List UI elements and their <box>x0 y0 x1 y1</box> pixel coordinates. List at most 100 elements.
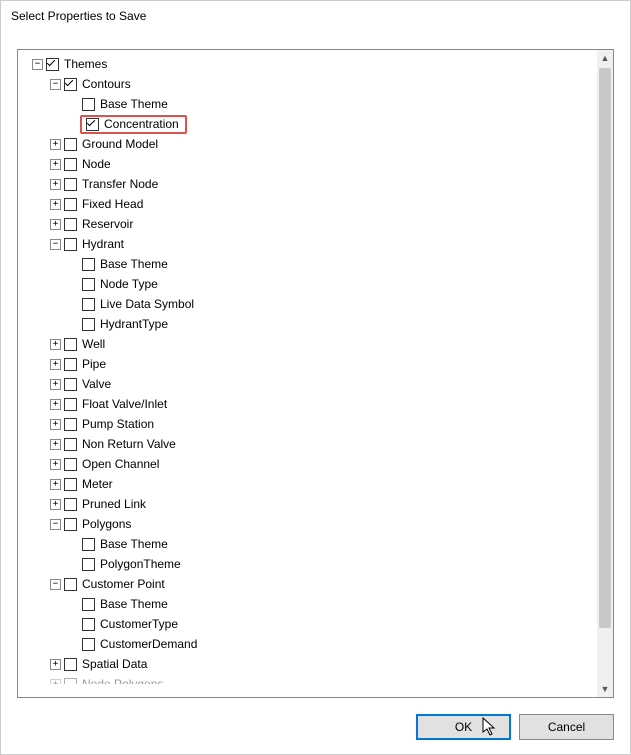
checkbox-well[interactable] <box>64 338 77 351</box>
expander-polygons[interactable]: − <box>50 519 61 530</box>
label-float-valve[interactable]: Float Valve/Inlet <box>80 397 169 411</box>
label-customer-demand[interactable]: CustomerDemand <box>98 637 199 651</box>
checkbox-contours-base-theme[interactable] <box>82 98 95 111</box>
label-non-return-valve[interactable]: Non Return Valve <box>80 437 178 451</box>
label-polygons[interactable]: Polygons <box>80 517 133 531</box>
expander-spacer <box>68 259 79 270</box>
label-contours[interactable]: Contours <box>80 77 133 91</box>
expander-ground-model[interactable]: + <box>50 139 61 150</box>
label-node-type[interactable]: Node Type <box>98 277 160 291</box>
label-pruned-link[interactable]: Pruned Link <box>80 497 148 511</box>
expander-pump-station[interactable]: + <box>50 419 61 430</box>
scroll-down-icon[interactable]: ▼ <box>597 681 613 697</box>
checkbox-node[interactable] <box>64 158 77 171</box>
checkbox-ground-model[interactable] <box>64 138 77 151</box>
expander-node-polygons[interactable]: + <box>50 679 61 685</box>
expander-spacer <box>68 539 79 550</box>
scroll-thumb[interactable] <box>599 68 611 628</box>
checkbox-pipe[interactable] <box>64 358 77 371</box>
label-fixed-head[interactable]: Fixed Head <box>80 197 145 211</box>
ok-button[interactable]: OK <box>416 714 511 740</box>
label-pump-station[interactable]: Pump Station <box>80 417 156 431</box>
expander-fixed-head[interactable]: + <box>50 199 61 210</box>
expander-pruned-link[interactable]: + <box>50 499 61 510</box>
checkbox-polygon-theme[interactable] <box>82 558 95 571</box>
checkbox-themes[interactable] <box>46 58 59 71</box>
label-reservoir[interactable]: Reservoir <box>80 217 135 231</box>
checkbox-contours[interactable] <box>64 78 77 91</box>
expander-non-return-valve[interactable]: + <box>50 439 61 450</box>
label-meter[interactable]: Meter <box>80 477 115 491</box>
label-live-data-symbol[interactable]: Live Data Symbol <box>98 297 196 311</box>
checkbox-concentration[interactable] <box>86 118 99 131</box>
checkbox-live-data-symbol[interactable] <box>82 298 95 311</box>
label-valve[interactable]: Valve <box>80 377 113 391</box>
expander-transfer-node[interactable]: + <box>50 179 61 190</box>
checkbox-valve[interactable] <box>64 378 77 391</box>
vertical-scrollbar[interactable]: ▲ ▼ <box>597 50 613 697</box>
label-polygon-theme[interactable]: PolygonTheme <box>98 557 183 571</box>
expander-open-channel[interactable]: + <box>50 459 61 470</box>
checkbox-non-return-valve[interactable] <box>64 438 77 451</box>
properties-tree: − Themes − Contours <box>20 54 595 684</box>
checkbox-pump-station[interactable] <box>64 418 77 431</box>
checkbox-fixed-head[interactable] <box>64 198 77 211</box>
checkbox-customer-type[interactable] <box>82 618 95 631</box>
expander-spacer <box>68 639 79 650</box>
checkbox-pruned-link[interactable] <box>64 498 77 511</box>
label-polygons-base-theme[interactable]: Base Theme <box>98 537 170 551</box>
checkbox-spatial-data[interactable] <box>64 658 77 671</box>
expander-themes[interactable]: − <box>32 59 43 70</box>
label-pipe[interactable]: Pipe <box>80 357 108 371</box>
label-ground-model[interactable]: Ground Model <box>80 137 160 151</box>
expander-float-valve[interactable]: + <box>50 399 61 410</box>
label-customer-base-theme[interactable]: Base Theme <box>98 597 170 611</box>
expander-spacer <box>68 619 79 630</box>
expander-pipe[interactable]: + <box>50 359 61 370</box>
expander-customer-point[interactable]: − <box>50 579 61 590</box>
checkbox-hydrant[interactable] <box>64 238 77 251</box>
label-contours-base-theme[interactable]: Base Theme <box>98 97 170 111</box>
label-customer-point[interactable]: Customer Point <box>80 577 167 591</box>
checkbox-reservoir[interactable] <box>64 218 77 231</box>
checkbox-node-polygons[interactable] <box>64 678 77 685</box>
label-well[interactable]: Well <box>80 337 107 351</box>
dialog-title-text: Select Properties to Save <box>11 9 146 23</box>
label-open-channel[interactable]: Open Channel <box>80 457 161 471</box>
checkbox-node-type[interactable] <box>82 278 95 291</box>
scroll-up-icon[interactable]: ▲ <box>597 50 613 66</box>
expander-node[interactable]: + <box>50 159 61 170</box>
label-node[interactable]: Node <box>80 157 113 171</box>
expander-meter[interactable]: + <box>50 479 61 490</box>
label-customer-type[interactable]: CustomerType <box>98 617 180 631</box>
checkbox-float-valve[interactable] <box>64 398 77 411</box>
expander-hydrant[interactable]: − <box>50 239 61 250</box>
dialog-button-bar: OK Cancel <box>416 714 614 740</box>
label-transfer-node[interactable]: Transfer Node <box>80 177 160 191</box>
label-hydrant-base-theme[interactable]: Base Theme <box>98 257 170 271</box>
label-themes[interactable]: Themes <box>62 57 109 71</box>
label-concentration[interactable]: Concentration <box>102 117 181 131</box>
checkbox-polygons-base-theme[interactable] <box>82 538 95 551</box>
checkbox-hydrant-type[interactable] <box>82 318 95 331</box>
checkbox-open-channel[interactable] <box>64 458 77 471</box>
expander-well[interactable]: + <box>50 339 61 350</box>
expander-reservoir[interactable]: + <box>50 219 61 230</box>
label-spatial-data[interactable]: Spatial Data <box>80 657 149 671</box>
cancel-button[interactable]: Cancel <box>519 714 614 740</box>
checkbox-meter[interactable] <box>64 478 77 491</box>
checkbox-customer-point[interactable] <box>64 578 77 591</box>
label-hydrant-type[interactable]: HydrantType <box>98 317 170 331</box>
expander-contours[interactable]: − <box>50 79 61 90</box>
label-hydrant[interactable]: Hydrant <box>80 237 126 251</box>
label-node-polygons-partial[interactable]: Node Polygons <box>80 677 165 684</box>
expander-spacer <box>68 319 79 330</box>
checkbox-transfer-node[interactable] <box>64 178 77 191</box>
expander-spatial-data[interactable]: + <box>50 659 61 670</box>
checkbox-customer-base-theme[interactable] <box>82 598 95 611</box>
checkbox-customer-demand[interactable] <box>82 638 95 651</box>
checkbox-polygons[interactable] <box>64 518 77 531</box>
expander-valve[interactable]: + <box>50 379 61 390</box>
expander-spacer <box>68 99 79 110</box>
checkbox-hydrant-base-theme[interactable] <box>82 258 95 271</box>
